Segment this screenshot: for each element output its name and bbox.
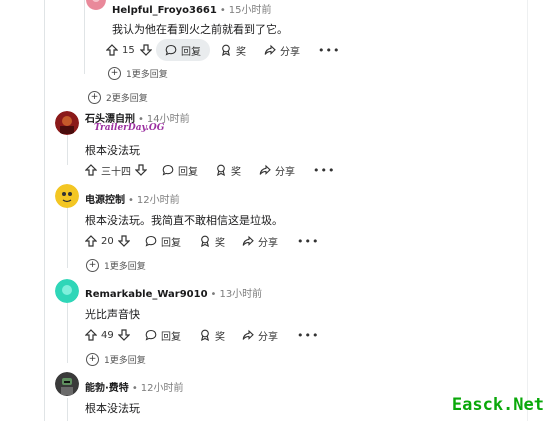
upvote-button[interactable]: 15	[106, 39, 135, 61]
reply-button[interactable]: 回复	[162, 159, 198, 181]
award-button[interactable]: 奖	[199, 230, 225, 252]
award-icon	[221, 44, 231, 56]
plus-circle-icon: +	[86, 353, 99, 366]
comment-text: 光比声音快	[85, 308, 140, 321]
more-replies-link[interactable]: + 2更多回复	[88, 91, 148, 104]
comment-meta: 电源控制 • 12小时前	[85, 195, 180, 206]
award-button[interactable]: 奖	[215, 159, 241, 181]
comment-actions: 15 回复 奖 分享 •••	[106, 39, 339, 61]
arrow-up-icon	[106, 44, 118, 56]
upvote-button[interactable]: 20	[85, 230, 114, 252]
arrow-up-icon	[85, 235, 97, 247]
comment-meta: Helpful_Froyo3661 • 15小时前	[112, 5, 272, 16]
share-icon	[264, 44, 276, 55]
thread-line-main	[44, 0, 45, 421]
vote-count: 三十四	[101, 166, 131, 178]
avatar[interactable]	[55, 111, 79, 135]
comment-actions: 49 回复 奖 分享 •••	[85, 324, 318, 346]
page-border	[527, 0, 528, 421]
chat-bubble-icon	[165, 44, 177, 56]
avatar[interactable]	[55, 279, 79, 303]
author-name[interactable]: Helpful_Froyo3661	[112, 5, 217, 16]
author-name[interactable]: Remarkable_War9010	[85, 289, 208, 300]
avatar[interactable]	[86, 0, 106, 10]
arrow-down-icon	[118, 329, 130, 341]
author-name[interactable]: 电源控制	[85, 195, 125, 206]
arrow-up-icon	[85, 329, 97, 341]
share-button[interactable]: 分享	[259, 159, 295, 181]
more-options-icon[interactable]: •••	[297, 230, 319, 252]
share-button[interactable]: 分享	[264, 39, 300, 61]
reply-button[interactable]: 回复	[156, 39, 210, 61]
comment-meta: Remarkable_War9010 • 13小时前	[85, 289, 263, 300]
plus-circle-icon: +	[88, 91, 101, 104]
upvote-button[interactable]: 三十四	[85, 159, 131, 181]
comment-text: 我认为他在看到火之前就看到了它。	[112, 23, 288, 36]
reply-button[interactable]: 回复	[145, 324, 181, 346]
thread-line-sub	[67, 135, 68, 165]
thread-line-sub	[67, 303, 68, 363]
comment-actions: 20 回复 奖 分享 •••	[85, 230, 318, 252]
chat-bubble-icon	[162, 164, 174, 176]
comment-text: 根本没法玩	[85, 402, 140, 415]
more-options-icon[interactable]: •••	[313, 159, 335, 181]
award-icon	[200, 235, 210, 247]
avatar[interactable]	[55, 372, 79, 396]
watermark-text: Easck.Net	[451, 395, 544, 415]
plus-circle-icon: +	[108, 67, 121, 80]
upvote-button[interactable]: 49	[85, 324, 114, 346]
comment-time: 12小时前	[136, 195, 180, 206]
comment-time: 15小时前	[228, 5, 272, 16]
thread-line-sub	[67, 206, 68, 268]
more-options-icon[interactable]: •••	[297, 324, 319, 346]
award-icon	[216, 164, 226, 176]
arrow-up-icon	[85, 164, 97, 176]
comment-time: 13小时前	[219, 289, 263, 300]
chat-bubble-icon	[145, 329, 157, 341]
comment-text: 根本没法玩。我简直不敢相信这是垃圾。	[85, 214, 283, 227]
plus-circle-icon: +	[86, 259, 99, 272]
award-button[interactable]: 奖	[220, 39, 246, 61]
more-replies-link[interactable]: + 1更多回复	[108, 67, 168, 80]
arrow-down-icon	[135, 164, 147, 176]
comment-time: 12小时前	[140, 383, 184, 394]
vote-count: 15	[122, 44, 135, 56]
avatar[interactable]	[55, 184, 79, 208]
arrow-down-icon	[118, 235, 130, 247]
share-icon	[259, 164, 271, 175]
reply-button[interactable]: 回复	[145, 230, 181, 252]
chat-bubble-icon	[145, 235, 157, 247]
award-button[interactable]: 奖	[199, 324, 225, 346]
more-options-icon[interactable]: •••	[318, 39, 340, 61]
comment-actions: 三十四 回复 奖 分享 •••	[85, 159, 334, 181]
award-icon	[200, 329, 210, 341]
more-replies-link[interactable]: + 1更多回复	[86, 259, 146, 272]
downvote-button[interactable]	[140, 39, 152, 61]
comment-meta: 能勃·费特 • 12小时前	[85, 383, 184, 394]
downvote-button[interactable]	[118, 230, 130, 252]
downvote-button[interactable]	[135, 159, 147, 181]
share-button[interactable]: 分享	[242, 324, 278, 346]
downvote-button[interactable]	[118, 324, 130, 346]
comment-text: 根本没法玩	[85, 144, 140, 157]
user-flair: TrailerDay.OG	[94, 123, 165, 133]
more-replies-link[interactable]: + 1更多回复	[86, 353, 146, 366]
share-button[interactable]: 分享	[242, 230, 278, 252]
vote-count: 20	[101, 235, 114, 247]
thread-line-sub	[84, 0, 85, 74]
thread-line-sub	[67, 398, 68, 421]
author-name[interactable]: 能勃·费特	[85, 383, 129, 394]
share-icon	[242, 329, 254, 340]
share-icon	[242, 235, 254, 246]
vote-count: 49	[101, 329, 114, 341]
arrow-down-icon	[140, 44, 152, 56]
